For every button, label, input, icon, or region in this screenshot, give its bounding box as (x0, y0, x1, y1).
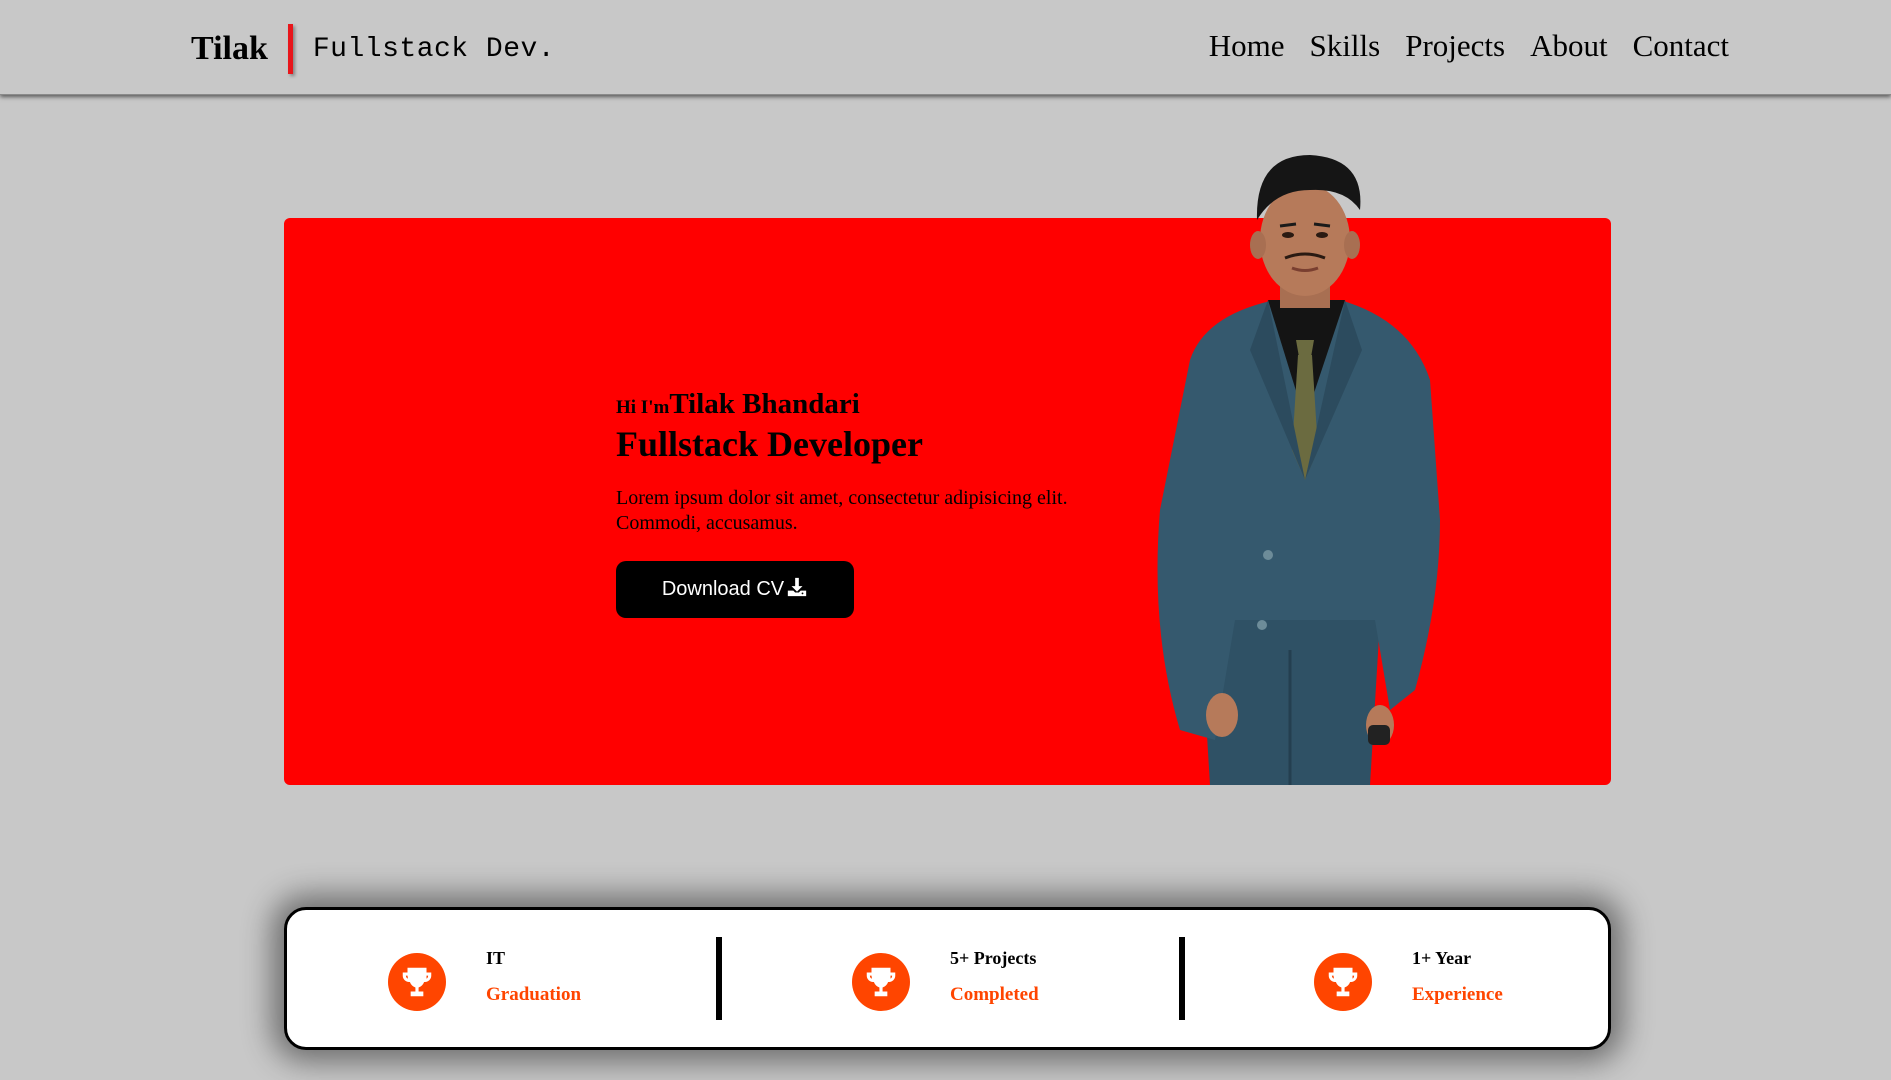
hero-role: Fullstack Developer (616, 424, 923, 464)
brand-name: Tilak (191, 30, 268, 67)
greeting-text: Hi I'm (616, 397, 670, 418)
nav-link-home[interactable]: Home (1209, 28, 1285, 64)
nav-link-contact[interactable]: Contact (1633, 28, 1729, 64)
trophy-icon (388, 953, 446, 1011)
download-icon (786, 576, 808, 604)
navbar: Tilak Fullstack Dev. Home Skills Project… (0, 0, 1891, 95)
stat-divider (716, 937, 722, 1020)
nav-link-about[interactable]: About (1530, 28, 1608, 64)
nav-link-skills[interactable]: Skills (1310, 28, 1381, 64)
trophy-icon (1314, 953, 1372, 1011)
stat-subtitle: Graduation (486, 984, 582, 1005)
stat-experience: 1+ Year Experience (1314, 948, 1503, 1011)
hero-text: Hi I'm Tilak Bhandari Fullstack Develope… (616, 388, 1076, 618)
stat-subtitle: Experience (1412, 984, 1503, 1005)
brand-divider (287, 24, 293, 74)
download-cv-button[interactable]: Download CV (616, 561, 854, 618)
hero-description: Lorem ipsum dolor sit amet, consectetur … (616, 487, 1068, 534)
stat-title: 1+ Year (1412, 948, 1472, 968)
stat-title: IT (486, 948, 506, 968)
hero-greeting: Hi I'm Tilak Bhandari (616, 388, 1076, 421)
hero-name: Tilak Bhandari (669, 388, 860, 420)
trophy-icon (852, 953, 910, 1011)
stat-subtitle: Completed (950, 984, 1039, 1005)
main-nav: Home Skills Projects About Contact (1209, 28, 1729, 64)
download-cv-label: Download CV (661, 578, 785, 600)
brand[interactable]: Tilak Fullstack Dev. (191, 24, 556, 74)
nav-link-projects[interactable]: Projects (1405, 28, 1505, 64)
stat-title: 5+ Projects (950, 948, 1037, 968)
profile-photo (1140, 150, 1470, 785)
brand-tagline: Fullstack Dev. (312, 33, 556, 65)
stat-projects: 5+ Projects Completed (852, 948, 1039, 1011)
stat-divider (1179, 937, 1185, 1020)
stat-graduation: IT Graduation (388, 948, 581, 1011)
stats-card: IT Graduation 5+ Projects Completed 1+ Y… (284, 907, 1611, 1050)
